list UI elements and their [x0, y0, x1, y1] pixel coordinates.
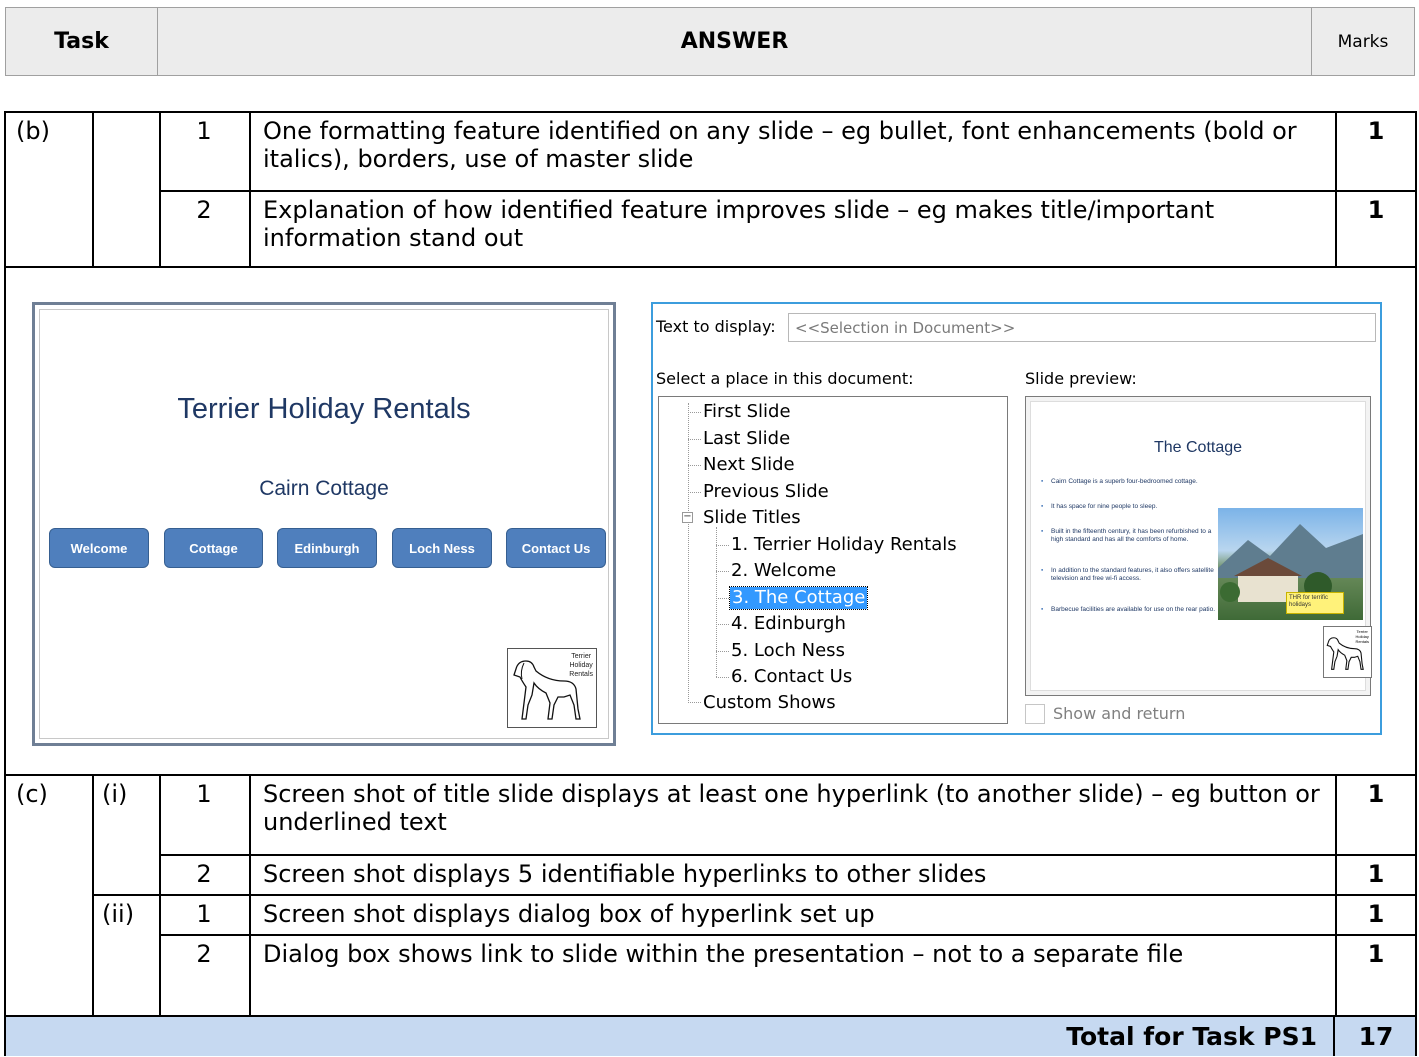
- tree-guide: [688, 492, 701, 493]
- row-mark: 1: [1367, 780, 1385, 808]
- tree-guide: [716, 598, 729, 599]
- loch-ness-button[interactable]: Loch Ness: [392, 528, 492, 568]
- preview-terrier-logo: Terrier Holiday Rentals: [1323, 626, 1372, 678]
- tree-item-previous-slide[interactable]: Previous Slide: [703, 481, 829, 503]
- tree-item-first-slide[interactable]: First Slide: [703, 401, 791, 423]
- logo-line: Rentals: [569, 671, 593, 678]
- row-text: Screen shot displays dialog box of hyper…: [263, 900, 875, 928]
- edinburgh-button[interactable]: Edinburgh: [277, 528, 377, 568]
- logo-text: Terrier Holiday Rentals: [569, 652, 593, 679]
- table-row: 1 Screen shot of title slide displays at…: [6, 776, 1415, 854]
- terrier-logo: Terrier Holiday Rentals: [507, 648, 597, 728]
- hyperlink-dialog: Text to display: <<Selection in Document…: [651, 302, 1382, 735]
- header-marks: Marks: [1337, 31, 1389, 52]
- tree-guide: [716, 571, 729, 572]
- tree-item-slide-titles[interactable]: Slide Titles: [703, 507, 801, 529]
- row-number: 1: [196, 117, 212, 145]
- row-number: 2: [196, 940, 212, 968]
- row-text: One formatting feature identified on any…: [263, 117, 1297, 173]
- text-to-display-label: Text to display:: [656, 317, 776, 336]
- collapse-icon[interactable]: −: [682, 512, 693, 523]
- row-number: 1: [196, 780, 212, 808]
- tree-item-next-slide[interactable]: Next Slide: [703, 454, 795, 476]
- tree-item-slide-5[interactable]: 5. Loch Ness: [731, 640, 845, 662]
- table-row: 2 Explanation of how identified feature …: [6, 192, 1415, 268]
- row-text: Explanation of how identified feature im…: [263, 196, 1215, 252]
- tree-item-slide-2[interactable]: 2. Welcome: [731, 560, 836, 582]
- text-to-display-input[interactable]: <<Selection in Document>>: [788, 313, 1376, 342]
- row-number: 2: [196, 196, 212, 224]
- total-label: Total for Task PS1: [1066, 1022, 1317, 1051]
- preview-bullet: It has space for nine people to sleep.: [1041, 503, 1216, 511]
- row-number: 1: [196, 900, 212, 928]
- tree-guide: [688, 439, 701, 440]
- grid-line: [6, 266, 1415, 268]
- logo-line: Rentals: [1355, 639, 1369, 644]
- tree-guide: [688, 403, 689, 701]
- tree-guide: [688, 702, 701, 703]
- row-text: Dialog box shows link to slide within th…: [263, 940, 1184, 968]
- row-text: Screen shot of title slide displays at l…: [263, 780, 1320, 836]
- welcome-button[interactable]: Welcome: [49, 528, 149, 568]
- slide-preview-pane: The Cottage Cairn Cottage is a superb fo…: [1025, 396, 1372, 696]
- cottage-button[interactable]: Cottage: [164, 528, 263, 568]
- tree-guide: [716, 651, 729, 652]
- slide-preview-label: Slide preview:: [1025, 369, 1137, 388]
- row-mark: 1: [1367, 940, 1385, 968]
- preview-bullet: In addition to the standard features, it…: [1041, 567, 1216, 582]
- table-row: 1 One formatting feature identified on a…: [6, 113, 1415, 191]
- preview-slide: The Cottage Cairn Cottage is a superb fo…: [1030, 401, 1372, 691]
- table-row: 2 Screen shot displays 5 identifiable hy…: [6, 856, 1415, 894]
- select-place-label: Select a place in this document:: [656, 369, 914, 388]
- slide-canvas: Terrier Holiday Rentals Cairn Cottage We…: [39, 309, 609, 739]
- row-mark: 1: [1367, 860, 1385, 888]
- tree-item-last-slide[interactable]: Last Slide: [703, 428, 790, 450]
- total-row: Total for Task PS1 17: [6, 1017, 1415, 1056]
- table-row: 1 Screen shot displays dialog box of hyp…: [6, 896, 1415, 934]
- preview-note: THR for terrific holidays: [1286, 592, 1344, 614]
- row-mark: 1: [1367, 117, 1385, 145]
- logo-line: Holiday: [569, 662, 593, 669]
- tree-guide: [716, 624, 729, 625]
- header-answer: ANSWER: [158, 8, 1312, 75]
- tree-guide: [688, 412, 701, 413]
- show-and-return-checkbox[interactable]: [1025, 704, 1045, 724]
- tree-guide: [716, 677, 729, 678]
- tree-item-slide-1[interactable]: 1. Terrier Holiday Rentals: [731, 534, 957, 556]
- tree-item-slide-6[interactable]: 6. Contact Us: [731, 666, 852, 688]
- title-slide-screenshot: Terrier Holiday Rentals Cairn Cottage We…: [32, 302, 616, 746]
- tree-item-slide-3-selected[interactable]: 3. The Cottage: [728, 586, 869, 610]
- tree-item-custom-shows[interactable]: Custom Shows: [703, 692, 836, 714]
- row-mark: 1: [1367, 196, 1385, 224]
- contact-us-button[interactable]: Contact Us: [506, 528, 606, 568]
- row-text: Screen shot displays 5 identifiable hype…: [263, 860, 987, 888]
- table-header: Task ANSWER Marks: [5, 7, 1415, 76]
- row-mark: 1: [1367, 900, 1385, 928]
- preview-logo-text: Terrier Holiday Rentals: [1355, 629, 1369, 644]
- header-task: Task: [6, 8, 158, 75]
- preview-bullet: Barbecue facilities are available for us…: [1041, 606, 1216, 614]
- preview-bullet: Built in the fifteenth century, it has b…: [1041, 528, 1216, 543]
- show-and-return-label: Show and return: [1053, 704, 1186, 723]
- tree-guide: [688, 465, 701, 466]
- place-in-document-tree[interactable]: First Slide Last Slide Next Slide Previo…: [658, 396, 1008, 724]
- row-number: 2: [196, 860, 212, 888]
- logo-line: Terrier: [571, 653, 592, 660]
- tree-item-slide-4[interactable]: 4. Edinburgh: [731, 613, 846, 635]
- table-row: 2 Dialog box shows link to slide within …: [6, 936, 1415, 1016]
- total-value: 17: [1358, 1022, 1394, 1051]
- preview-bullet: Cairn Cottage is a superb four-bedroomed…: [1041, 478, 1216, 486]
- slide-subtitle: Cairn Cottage: [259, 477, 389, 500]
- tree-guide: [716, 527, 717, 677]
- preview-title: The Cottage: [1153, 439, 1243, 456]
- slide-title: Terrier Holiday Rentals: [177, 393, 471, 425]
- tree-guide: [716, 545, 729, 546]
